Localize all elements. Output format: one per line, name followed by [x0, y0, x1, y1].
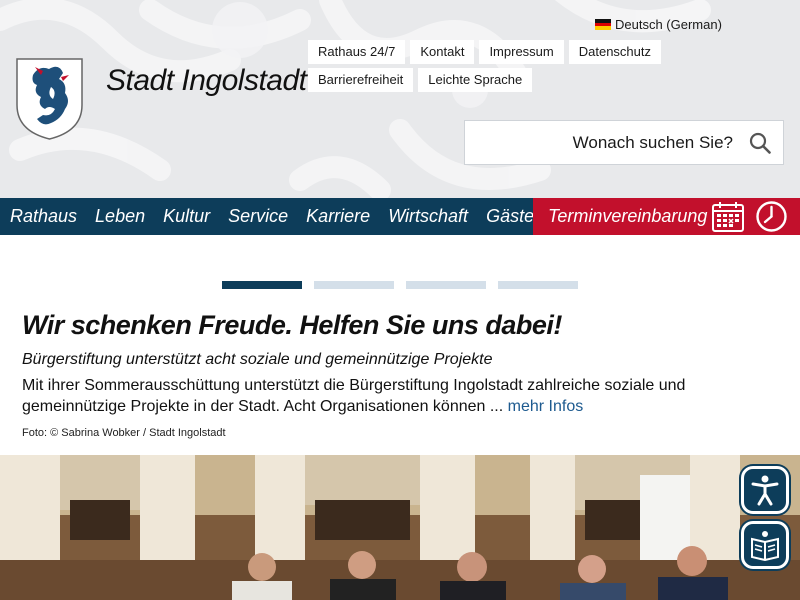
link-barrierefreiheit[interactable]: Barrierefreiheit	[308, 68, 414, 92]
link-impressum[interactable]: Impressum	[479, 40, 564, 64]
nav-item-leben[interactable]: Leben	[95, 206, 145, 227]
easy-read-icon	[751, 531, 779, 561]
slide-indicator-1[interactable]	[222, 281, 302, 289]
accessibility-icon	[751, 475, 779, 506]
site-title[interactable]: Stadt Ingolstadt	[106, 64, 307, 98]
language-selector[interactable]: Deutsch (German)	[595, 17, 722, 32]
easy-read-button[interactable]	[741, 521, 789, 569]
german-flag-icon	[595, 19, 611, 31]
link-leichte-sprache[interactable]: Leichte Sprache	[418, 68, 533, 92]
main-navigation: Rathaus Leben Kultur Service Karriere Wi…	[0, 198, 800, 235]
search-input[interactable]: Wonach suchen Sie?	[464, 120, 784, 165]
slide-photo[interactable]	[0, 455, 800, 600]
clock-icon	[756, 201, 787, 232]
teaser-text: Mit ihrer Sommerausschüttung unterstützt…	[22, 377, 686, 415]
link-kontakt[interactable]: Kontakt	[410, 40, 475, 64]
slide-indicator-4[interactable]	[498, 281, 578, 289]
photo-credit: Foto: © Sabrina Wobker / Stadt Ingolstad…	[22, 427, 226, 439]
appointment-label: Terminvereinbarung	[548, 206, 708, 226]
slide-teaser: Mit ihrer Sommerausschüttung unterstützt…	[22, 375, 712, 417]
slider-indicators	[222, 281, 578, 289]
search-placeholder: Wonach suchen Sie?	[572, 132, 733, 152]
nav-item-gaeste[interactable]: Gäste	[486, 206, 534, 227]
calendar-icon	[712, 202, 744, 232]
slide-subheadline: Bürgerstiftung unterstützt acht soziale …	[22, 351, 493, 368]
language-label: Deutsch (German)	[615, 17, 722, 32]
appointment-button[interactable]: Terminvereinbarung	[533, 198, 800, 235]
nav-item-wirtschaft[interactable]: Wirtschaft	[388, 206, 468, 227]
slide-headline[interactable]: Wir schenken Freude. Helfen Sie uns dabe…	[22, 310, 562, 341]
nav-item-kultur[interactable]: Kultur	[163, 206, 210, 227]
accessibility-button[interactable]	[741, 466, 789, 514]
slide-indicator-2[interactable]	[314, 281, 394, 289]
nav-item-rathaus[interactable]: Rathaus	[10, 206, 77, 227]
link-datenschutz[interactable]: Datenschutz	[568, 40, 661, 64]
more-info-link[interactable]: mehr Infos	[508, 398, 584, 415]
site-header: Deutsch (German) Rathaus 24/7 Kontakt Im…	[0, 0, 800, 198]
nav-item-karriere[interactable]: Karriere	[306, 206, 370, 227]
city-coat-of-arms-logo[interactable]	[15, 57, 84, 141]
link-rathaus-24-7[interactable]: Rathaus 24/7	[308, 40, 406, 64]
search-icon[interactable]	[749, 132, 771, 154]
nav-item-service[interactable]: Service	[228, 206, 288, 227]
slide-indicator-3[interactable]	[406, 281, 486, 289]
service-links: Rathaus 24/7 Kontakt Impressum Datenschu…	[308, 40, 768, 92]
